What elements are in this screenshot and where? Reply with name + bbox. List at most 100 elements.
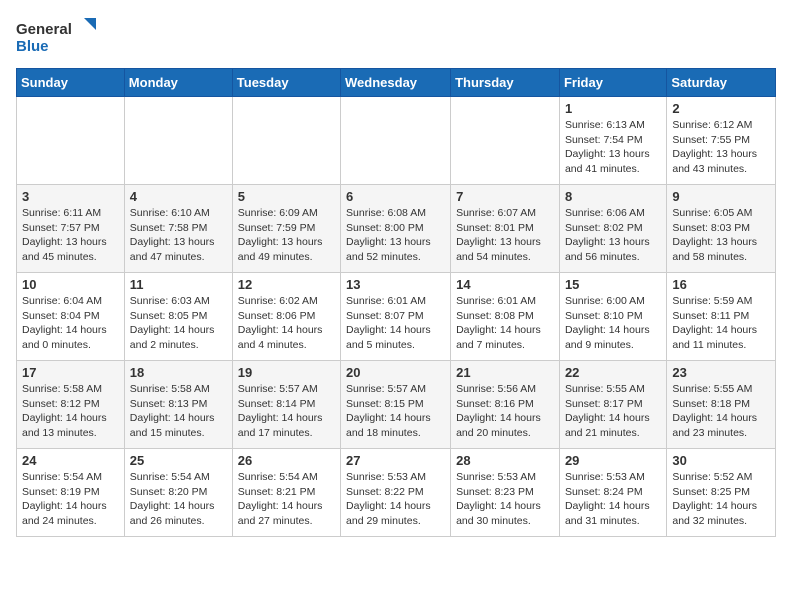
day-info: Sunrise: 6:01 AMSunset: 8:08 PMDaylight:… [456, 294, 554, 353]
calendar-cell: 30 Sunrise: 5:52 AMSunset: 8:25 PMDayligh… [667, 449, 776, 537]
day-number: 25 [130, 453, 227, 468]
calendar-cell: 4Sunrise: 6:10 AMSunset: 7:58 PMDaylight… [124, 185, 232, 273]
page-header: General Blue [16, 16, 776, 56]
calendar-cell: 15Sunrise: 6:00 AMSunset: 8:10 PMDayligh… [559, 273, 666, 361]
calendar-cell [451, 97, 560, 185]
day-number: 5 [238, 189, 335, 204]
calendar-cell [124, 97, 232, 185]
day-number: 2 [672, 101, 770, 116]
calendar-cell: 2 Sunrise: 6:12 AMSunset: 7:55 PMDaylight… [667, 97, 776, 185]
day-info: Sunrise: 5:54 AMSunset: 8:21 PMDaylight:… [238, 470, 335, 529]
weekday-header-tuesday: Tuesday [232, 69, 340, 97]
day-number: 26 [238, 453, 335, 468]
calendar-cell: 29Sunrise: 5:53 AMSunset: 8:24 PMDayligh… [559, 449, 666, 537]
day-info: Sunrise: 5:52 AMSunset: 8:25 PMDaylight:… [672, 470, 770, 529]
calendar-cell: 16Sunrise: 5:59 AMSunset: 8:11 PMDayligh… [667, 273, 776, 361]
day-number: 13 [346, 277, 445, 292]
day-info: Sunrise: 6:11 AMSunset: 7:57 PMDaylight:… [22, 206, 119, 265]
calendar-table: SundayMondayTuesdayWednesdayThursdayFrid… [16, 68, 776, 537]
calendar-cell: 26 Sunrise: 5:54 AMSunset: 8:21 PMDayligh… [232, 449, 340, 537]
calendar-cell: 12 Sunrise: 6:02 AMSunset: 8:06 PMDayligh… [232, 273, 340, 361]
calendar-week-1: 1 Sunrise: 6:13 AMSunset: 7:54 PMDaylight… [17, 97, 776, 185]
day-info: Sunrise: 5:54 AMSunset: 8:20 PMDaylight:… [130, 470, 227, 529]
day-info: Sunrise: 5:53 AMSunset: 8:22 PMDaylight:… [346, 470, 445, 529]
day-info: Sunrise: 5:57 AMSunset: 8:14 PMDaylight:… [238, 382, 335, 441]
day-number: 22 [565, 365, 661, 380]
day-number: 30 [672, 453, 770, 468]
calendar-cell: 13Sunrise: 6:01 AMSunset: 8:07 PMDayligh… [341, 273, 451, 361]
day-number: 18 [130, 365, 227, 380]
logo: General Blue [16, 16, 96, 56]
svg-text:General: General [16, 21, 72, 38]
calendar-cell: 28 Sunrise: 5:53 AMSunset: 8:23 PMDayligh… [451, 449, 560, 537]
day-number: 21 [456, 365, 554, 380]
day-info: Sunrise: 5:53 AMSunset: 8:23 PMDaylight:… [456, 470, 554, 529]
weekday-header-wednesday: Wednesday [341, 69, 451, 97]
day-info: Sunrise: 6:13 AMSunset: 7:54 PMDaylight:… [565, 118, 661, 177]
day-info: Sunrise: 5:55 AMSunset: 8:18 PMDaylight:… [672, 382, 770, 441]
day-number: 10 [22, 277, 119, 292]
day-number: 1 [565, 101, 661, 116]
day-number: 9 [672, 189, 770, 204]
day-info: Sunrise: 5:53 AMSunset: 8:24 PMDaylight:… [565, 470, 661, 529]
day-info: Sunrise: 5:58 AMSunset: 8:12 PMDaylight:… [22, 382, 119, 441]
day-info: Sunrise: 5:56 AMSunset: 8:16 PMDaylight:… [456, 382, 554, 441]
day-number: 27 [346, 453, 445, 468]
day-info: Sunrise: 6:08 AMSunset: 8:00 PMDaylight:… [346, 206, 445, 265]
calendar-cell: 25 Sunrise: 5:54 AMSunset: 8:20 PMDayligh… [124, 449, 232, 537]
calendar-cell: 19 Sunrise: 5:57 AMSunset: 8:14 PMDayligh… [232, 361, 340, 449]
weekday-header-sunday: Sunday [17, 69, 125, 97]
calendar-cell: 8Sunrise: 6:06 AMSunset: 8:02 PMDaylight… [559, 185, 666, 273]
calendar-cell: 20 Sunrise: 5:57 AMSunset: 8:15 PMDayligh… [341, 361, 451, 449]
calendar-cell: 1 Sunrise: 6:13 AMSunset: 7:54 PMDaylight… [559, 97, 666, 185]
day-number: 11 [130, 277, 227, 292]
calendar-week-4: 17 Sunrise: 5:58 AMSunset: 8:12 PMDayligh… [17, 361, 776, 449]
day-info: Sunrise: 6:09 AMSunset: 7:59 PMDaylight:… [238, 206, 335, 265]
calendar-cell: 24Sunrise: 5:54 AMSunset: 8:19 PMDayligh… [17, 449, 125, 537]
day-number: 19 [238, 365, 335, 380]
calendar-cell: 23 Sunrise: 5:55 AMSunset: 8:18 PMDayligh… [667, 361, 776, 449]
day-info: Sunrise: 6:04 AMSunset: 8:04 PMDaylight:… [22, 294, 119, 353]
calendar-week-3: 10 Sunrise: 6:04 AMSunset: 8:04 PMDayligh… [17, 273, 776, 361]
day-info: Sunrise: 6:02 AMSunset: 8:06 PMDaylight:… [238, 294, 335, 353]
logo-svg: General Blue [16, 16, 96, 56]
day-number: 6 [346, 189, 445, 204]
day-number: 3 [22, 189, 119, 204]
day-number: 23 [672, 365, 770, 380]
day-number: 17 [22, 365, 119, 380]
weekday-header-thursday: Thursday [451, 69, 560, 97]
calendar-cell: 17 Sunrise: 5:58 AMSunset: 8:12 PMDayligh… [17, 361, 125, 449]
day-number: 8 [565, 189, 661, 204]
calendar-cell [232, 97, 340, 185]
calendar-cell: 14 Sunrise: 6:01 AMSunset: 8:08 PMDayligh… [451, 273, 560, 361]
day-info: Sunrise: 5:58 AMSunset: 8:13 PMDaylight:… [130, 382, 227, 441]
day-number: 7 [456, 189, 554, 204]
day-number: 12 [238, 277, 335, 292]
day-info: Sunrise: 5:57 AMSunset: 8:15 PMDaylight:… [346, 382, 445, 441]
day-info: Sunrise: 6:12 AMSunset: 7:55 PMDaylight:… [672, 118, 770, 177]
day-number: 28 [456, 453, 554, 468]
weekday-header-saturday: Saturday [667, 69, 776, 97]
day-info: Sunrise: 6:03 AMSunset: 8:05 PMDaylight:… [130, 294, 227, 353]
calendar-cell: 21 Sunrise: 5:56 AMSunset: 8:16 PMDayligh… [451, 361, 560, 449]
calendar-cell: 22 Sunrise: 5:55 AMSunset: 8:17 PMDayligh… [559, 361, 666, 449]
calendar-cell: 7Sunrise: 6:07 AMSunset: 8:01 PMDaylight… [451, 185, 560, 273]
calendar-cell: 5 Sunrise: 6:09 AMSunset: 7:59 PMDaylight… [232, 185, 340, 273]
calendar-cell: 3 Sunrise: 6:11 AMSunset: 7:57 PMDaylight… [17, 185, 125, 273]
calendar-cell: 10 Sunrise: 6:04 AMSunset: 8:04 PMDayligh… [17, 273, 125, 361]
day-number: 20 [346, 365, 445, 380]
day-info: Sunrise: 6:10 AMSunset: 7:58 PMDaylight:… [130, 206, 227, 265]
svg-text:Blue: Blue [16, 38, 49, 55]
day-info: Sunrise: 5:55 AMSunset: 8:17 PMDaylight:… [565, 382, 661, 441]
day-info: Sunrise: 5:59 AMSunset: 8:11 PMDaylight:… [672, 294, 770, 353]
calendar-cell: 9 Sunrise: 6:05 AMSunset: 8:03 PMDaylight… [667, 185, 776, 273]
day-number: 14 [456, 277, 554, 292]
weekday-header-row: SundayMondayTuesdayWednesdayThursdayFrid… [17, 69, 776, 97]
calendar-cell: 11 Sunrise: 6:03 AMSunset: 8:05 PMDayligh… [124, 273, 232, 361]
weekday-header-friday: Friday [559, 69, 666, 97]
weekday-header-monday: Monday [124, 69, 232, 97]
day-number: 15 [565, 277, 661, 292]
calendar-week-5: 24Sunrise: 5:54 AMSunset: 8:19 PMDayligh… [17, 449, 776, 537]
calendar-cell: 27 Sunrise: 5:53 AMSunset: 8:22 PMDayligh… [341, 449, 451, 537]
day-info: Sunrise: 6:05 AMSunset: 8:03 PMDaylight:… [672, 206, 770, 265]
